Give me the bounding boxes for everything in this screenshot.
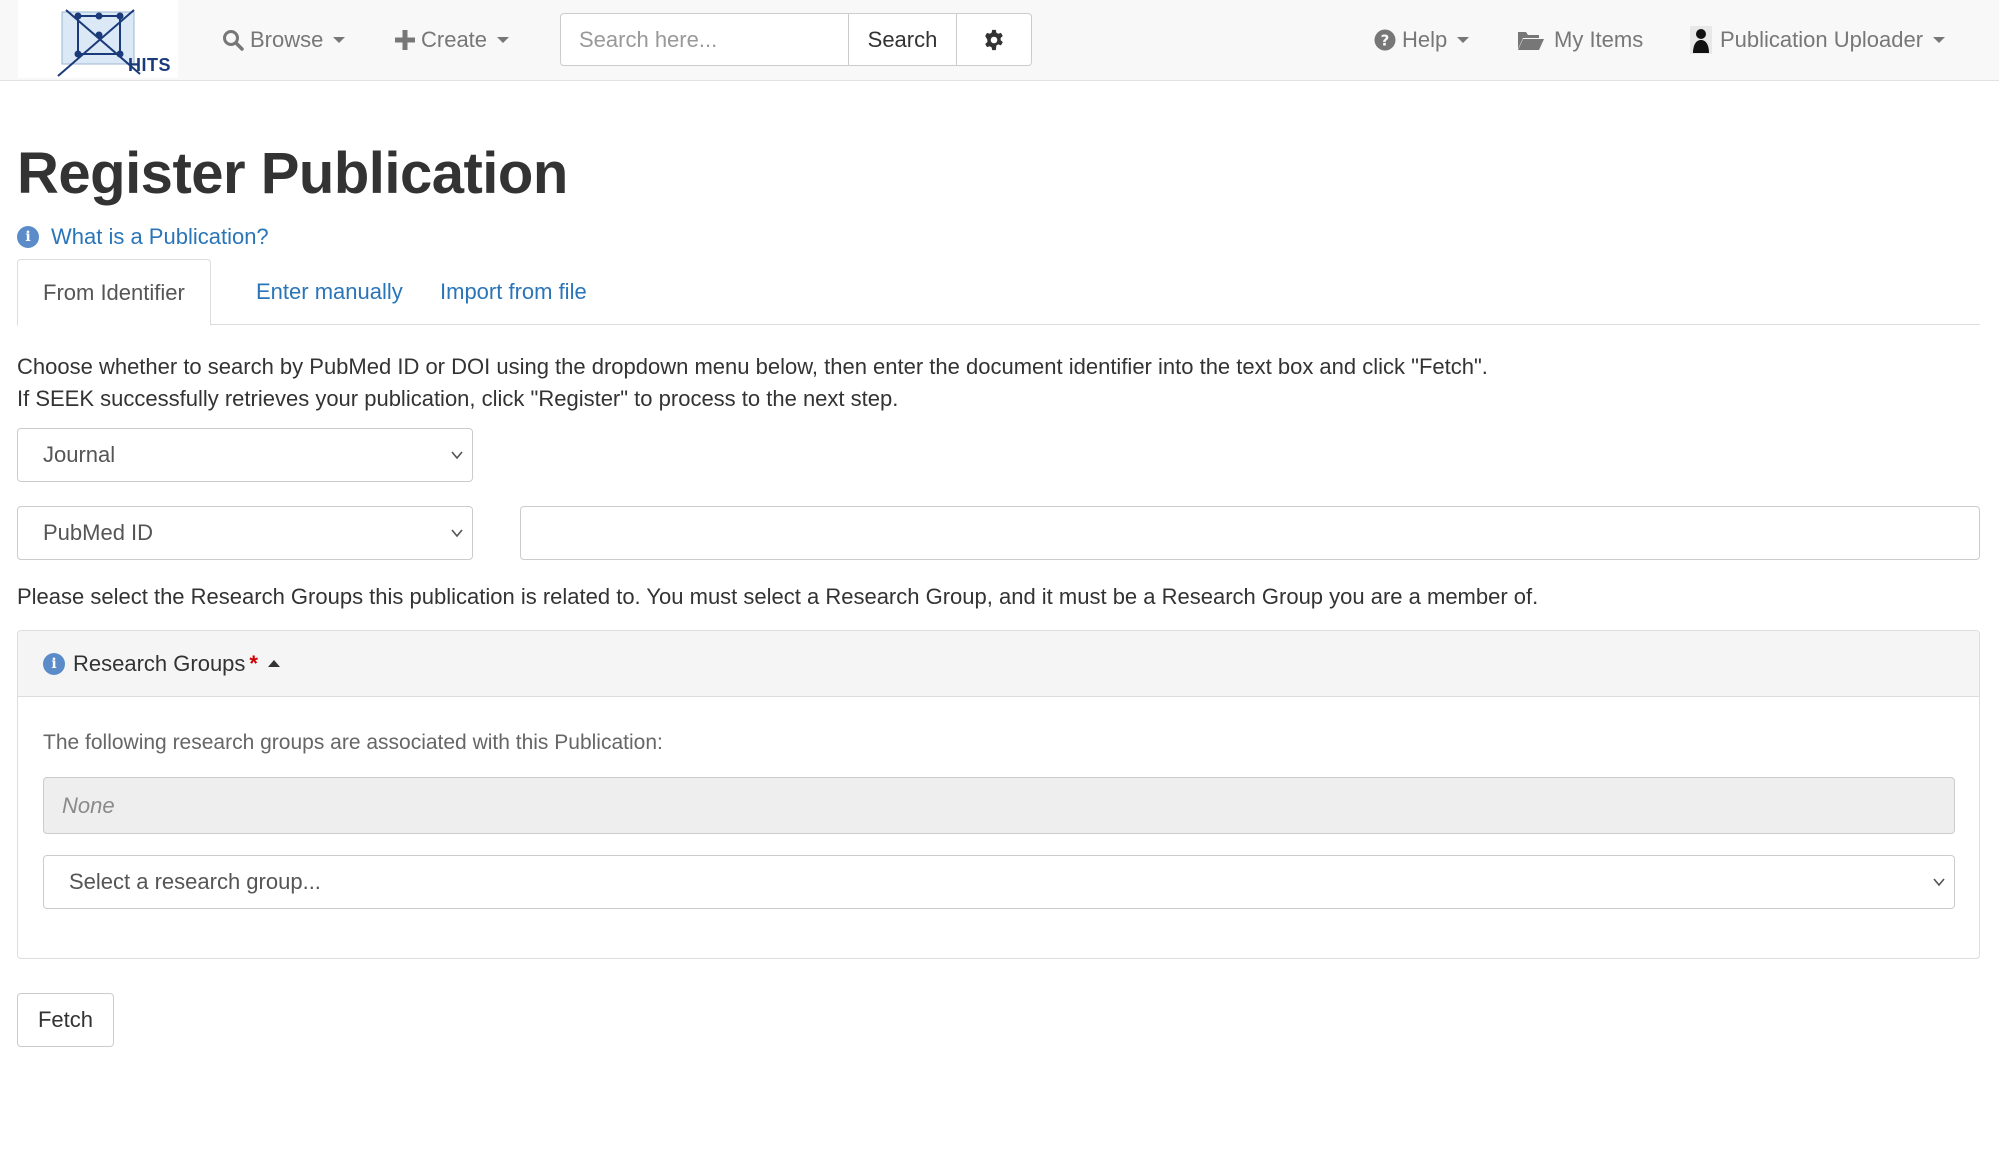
my-items-label: My Items [1554,27,1644,52]
search-settings-button[interactable] [957,13,1032,66]
logo-text: HITS [128,55,172,75]
associated-groups-list: None [43,777,1955,834]
research-group-select[interactable]: Select a research group... [43,855,1955,909]
caret-up-icon [267,660,280,667]
identifier-input[interactable] [520,506,1980,560]
plus-icon [395,30,415,50]
svg-text:?: ? [1381,32,1390,50]
register-tabs: From Identifier Enter manually Import fr… [17,259,1980,326]
info-icon: i [43,652,65,675]
publication-type-value: Journal [43,442,116,467]
research-groups-title: Research Groups [73,650,246,676]
help-label: Help [1402,27,1448,52]
create-menu[interactable]: Create [395,0,510,80]
chevron-down-icon [451,451,463,460]
browse-label: Browse [250,27,324,52]
user-menu[interactable]: Publication Uploader [1690,0,1946,80]
site-logo[interactable]: HITS [18,0,178,78]
user-label: Publication Uploader [1720,27,1924,52]
search-form: Search [560,13,1032,66]
instructions: Choose whether to search by PubMed ID or… [17,351,1488,415]
create-label: Create [421,27,488,52]
research-groups-panel: i Research Groups * The following resear… [17,630,1980,959]
chevron-down-icon [497,37,510,43]
tab-enter-manually[interactable]: Enter manually [231,259,428,325]
identifier-type-value: PubMed ID [43,520,154,545]
chevron-down-icon [451,529,463,538]
my-items-link[interactable]: My Items [1517,0,1643,80]
search-input[interactable] [560,13,848,66]
research-groups-note: Please select the Research Groups this p… [17,584,1539,609]
browse-menu[interactable]: Browse [222,0,346,80]
tab-from-identifier[interactable]: From Identifier [17,259,211,326]
help-menu[interactable]: ? Help [1374,0,1470,80]
chevron-down-icon [1933,37,1946,43]
instructions-line-1: Choose whether to search by PubMed ID or… [17,354,1488,379]
publication-type-select[interactable]: Journal [17,428,473,482]
info-icon: i [17,226,39,248]
user-icon [1690,26,1712,54]
page-title: Register Publication [17,141,568,206]
chevron-down-icon [1457,37,1470,43]
folder-open-icon [1517,29,1545,51]
identifier-type-select[interactable]: PubMed ID [17,506,473,560]
help-link-label: What is a Publication? [51,224,269,249]
search-icon [222,29,244,51]
top-navbar: HITS Browse Create Search ? Help [0,0,1999,81]
gear-icon [985,29,1003,50]
instructions-line-2: If SEEK successfully retrieves your publ… [17,386,899,411]
question-circle-icon: ? [1374,29,1396,51]
required-marker: * [249,650,258,676]
chevron-down-icon [333,37,346,43]
chevron-down-icon [1933,878,1945,887]
search-button[interactable]: Search [848,13,957,66]
research-group-select-value: Select a research group... [69,869,321,894]
fetch-button[interactable]: Fetch [17,993,114,1047]
tab-import-from-file[interactable]: Import from file [415,259,612,325]
associated-groups-label: The following research groups are associ… [43,731,663,754]
what-is-publication-link[interactable]: i What is a Publication? [17,224,269,250]
research-groups-heading[interactable]: i Research Groups * [18,631,1979,697]
